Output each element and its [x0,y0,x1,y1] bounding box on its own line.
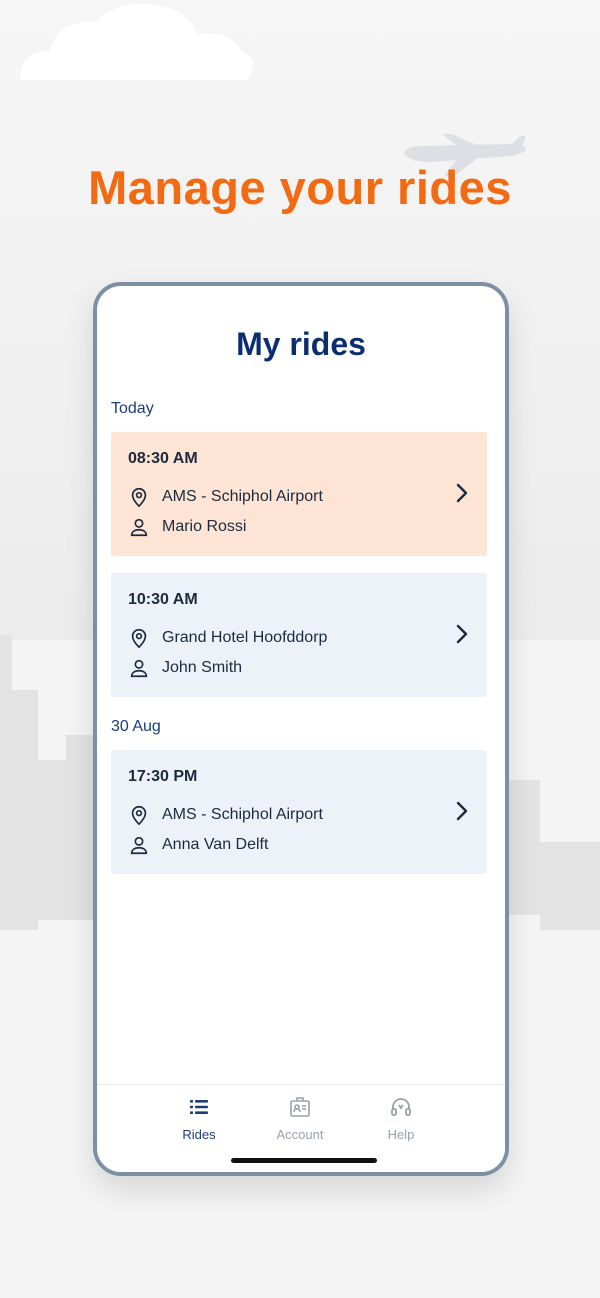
tab-help-label: Help [387,1127,415,1142]
cloud-decoration [20,4,253,80]
ride-place: AMS - Schiphol Airport [162,806,323,823]
headset-icon [391,1098,411,1116]
id-card-icon [290,1097,310,1117]
tab-account-label: Account [276,1127,324,1142]
ride-time: 10:30 AM [128,591,198,608]
tab-rides[interactable]: Rides [159,1095,239,1142]
ride-person: Mario Rossi [162,518,247,535]
chevron-right-icon [456,483,468,503]
ride-person: Anna Van Delft [162,836,269,853]
promo-headline: Manage your rides [88,161,512,214]
person-icon [130,836,148,855]
page-title: My rides [236,326,366,362]
ride-time: 17:30 PM [128,768,198,785]
section-label-date: 30 Aug [111,718,161,735]
location-pin-icon [131,805,147,826]
ride-card[interactable]: 10:30 AM Grand Hotel Hoofddorp John Smit… [111,573,487,697]
ride-place: Grand Hotel Hoofddorp [162,629,328,646]
home-indicator [231,1158,377,1163]
ride-time: 08:30 AM [128,450,198,467]
ride-place: AMS - Schiphol Airport [162,488,323,505]
section-label-today: Today [111,400,154,417]
tab-help[interactable]: Help [361,1095,441,1142]
chevron-right-icon [456,801,468,821]
location-pin-icon [131,628,147,649]
ride-card[interactable]: 08:30 AM AMS - Schiphol Airport Mario Ro… [111,432,487,556]
location-pin-icon [131,487,147,508]
tab-rides-label: Rides [182,1127,216,1142]
person-icon [130,518,148,537]
phone-frame: My rides Today 08:30 AM AMS - Schiphol A… [93,282,509,1176]
ride-person: John Smith [162,659,243,676]
tab-account[interactable]: Account [260,1095,340,1142]
person-icon [130,659,148,678]
ride-card[interactable]: 17:30 PM AMS - Schiphol Airport Anna Van… [111,750,487,874]
list-icon [190,1100,208,1114]
chevron-right-icon [456,624,468,644]
